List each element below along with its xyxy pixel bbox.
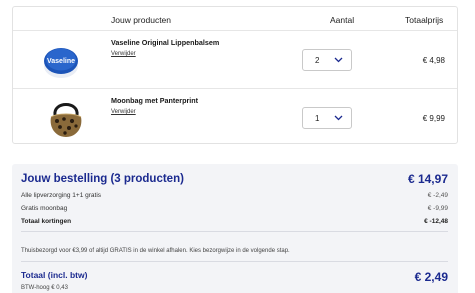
- cart-table: Jouw producten Aantal Totaalprijs Vaseli…: [12, 6, 458, 144]
- divider: [21, 261, 448, 262]
- quantity-value: 2: [315, 56, 320, 65]
- discount-amount: € -2,49: [427, 192, 448, 199]
- discount-label: Gratis moonbag: [21, 205, 68, 212]
- header-products: Jouw producten: [111, 15, 172, 25]
- order-summary: Jouw bestelling (3 producten) € 14,97 Al…: [12, 164, 458, 293]
- product-name: Moonbag met Panterprint: [111, 96, 199, 105]
- cart-item: Moonbag met Panterprint Verwijder 1 € 9,…: [13, 90, 457, 147]
- leopard-beltbag-icon: [50, 103, 82, 137]
- remove-link[interactable]: Verwijder: [111, 109, 136, 115]
- grand-total-label: Totaal (incl. btw): [21, 270, 88, 280]
- discount-amount: € -9,99: [427, 205, 448, 212]
- chevron-down-icon: [334, 57, 343, 63]
- vaseline-tin-icon: Vaseline: [44, 48, 78, 78]
- svg-text:Vaseline: Vaseline: [47, 58, 75, 65]
- quantity-value: 1: [315, 114, 320, 123]
- grand-total-amount: € 2,49: [414, 270, 448, 284]
- total-discounts-label: Totaal kortingen: [21, 218, 72, 225]
- cart-header-row: Jouw producten Aantal Totaalprijs: [13, 7, 457, 31]
- discount-label: Alle lipverzorging 1+1 gratis: [21, 192, 102, 199]
- cart-item: Vaseline Vaseline Original Lippenbalsem …: [13, 32, 457, 89]
- chevron-down-icon: [334, 115, 343, 121]
- divider: [21, 231, 448, 232]
- order-summary-title: Jouw bestelling (3 producten): [21, 173, 184, 185]
- delivery-info: Thuisbezorgd voor €3,99 of altijd GRATIS…: [21, 248, 290, 254]
- item-price: € 4,98: [422, 56, 445, 65]
- header-quantity: Aantal: [330, 15, 355, 25]
- product-name: Vaseline Original Lippenbalsem: [111, 38, 220, 47]
- item-price: € 9,99: [422, 114, 445, 123]
- order-subtotal: € 14,97: [407, 172, 448, 186]
- vat-line: BTW-hoog € 0,43: [21, 285, 68, 291]
- total-discounts-amount: € -12,48: [424, 218, 448, 225]
- quantity-select[interactable]: 2: [302, 49, 352, 71]
- quantity-select[interactable]: 1: [302, 107, 352, 129]
- header-total: Totaalprijs: [405, 15, 444, 25]
- remove-link[interactable]: Verwijder: [111, 51, 136, 57]
